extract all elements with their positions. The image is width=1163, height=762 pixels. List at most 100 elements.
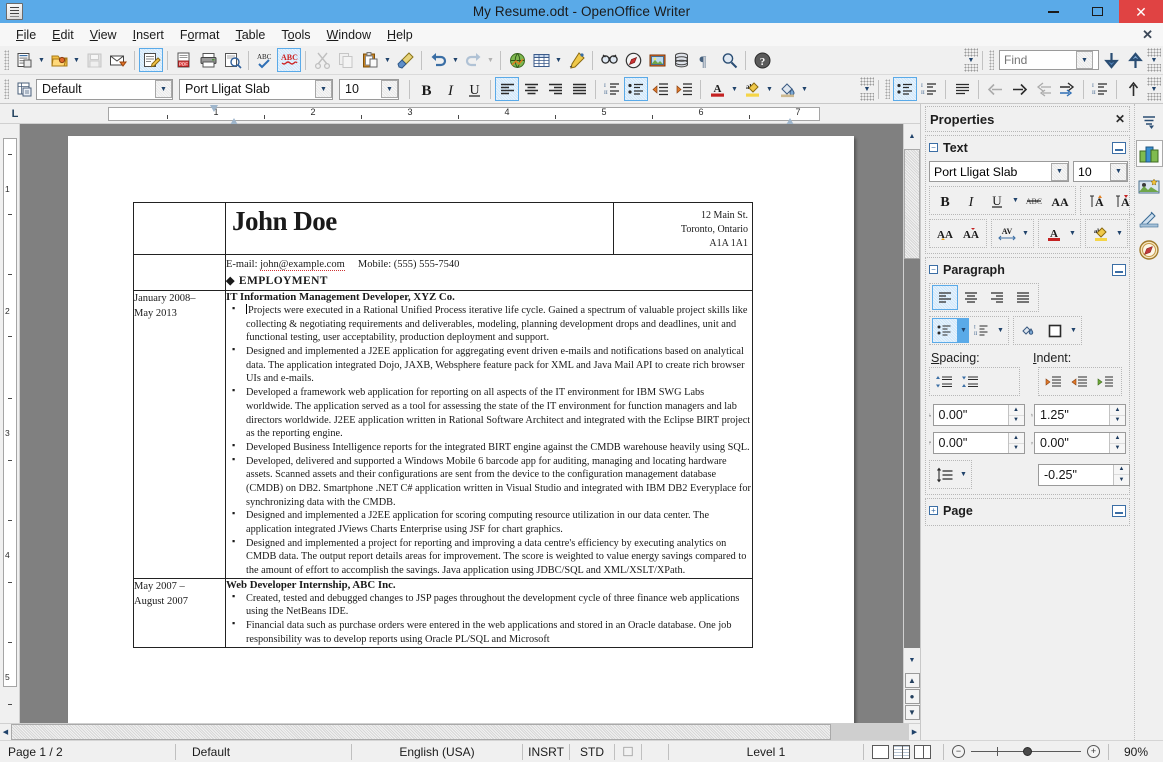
align-right-icon[interactable] [984,285,1010,310]
spin-down-icon[interactable]: ▼ [1110,443,1125,453]
promote-icon[interactable] [983,77,1007,101]
menu-window[interactable]: Window [319,26,379,44]
spin-up-icon[interactable]: ▲ [1114,464,1129,475]
clone-formatting-icon[interactable] [393,48,417,72]
numbering-icon[interactable]: I II [917,77,941,101]
search-input[interactable] [1000,51,1076,69]
close-sidebar-icon[interactable]: ✕ [1115,112,1125,126]
find-history-dropdown-icon[interactable]: ▼ [1076,51,1093,69]
page-status[interactable]: Page 1 / 2 [0,741,175,762]
gallery-tab-icon[interactable] [1136,172,1163,199]
bullet-list-icon[interactable] [932,318,958,343]
navigation-target-icon[interactable]: ● [904,689,920,704]
menu-help[interactable]: Help [379,26,421,44]
horizontal-scroll-track[interactable] [11,724,909,740]
character-spacing-icon[interactable]: AV [994,221,1020,246]
find-toolbar-overflow-icon[interactable]: ▼ [1147,48,1161,72]
shadow-icon[interactable]: AA [1047,188,1073,213]
properties-tab-icon[interactable] [1135,140,1163,167]
cut-icon[interactable] [310,48,334,72]
font-name-combo[interactable]: Port Lligat Slab ▼ [179,78,333,100]
zoom-in-icon[interactable]: + [1087,745,1100,758]
justified-icon[interactable] [567,77,591,101]
toolbar-overflow-icon[interactable]: ▼ [964,48,978,72]
close-document-icon[interactable]: ✕ [1142,27,1153,43]
align-left-icon[interactable] [495,77,519,101]
book-view-icon[interactable] [914,744,931,759]
spin-up-icon[interactable]: ▲ [1008,433,1024,444]
styles-tab-icon[interactable] [1136,204,1163,231]
bullet-list-toggle-icon[interactable] [893,77,917,101]
apply-style-icon[interactable] [12,77,36,101]
numbered-list-icon[interactable]: I II [600,77,624,101]
highlighting-icon[interactable]: ab [740,77,764,101]
font-name-dropdown-icon[interactable]: ▼ [315,80,332,98]
insert-mode-status[interactable]: INSRT [523,741,569,762]
print-preview-icon[interactable] [220,48,244,72]
menu-edit[interactable]: Edit [44,26,82,44]
more-options-icon[interactable] [1112,504,1126,517]
selection-mode-status[interactable]: STD [570,741,614,762]
vertical-scroll-thumb[interactable] [904,149,920,259]
find-next-icon[interactable] [1099,48,1123,72]
open-document-dropdown-icon[interactable]: ▼ [71,48,82,72]
after-indent-spin-buttons[interactable]: ▲ ▼ [1109,433,1125,453]
navigator-icon[interactable] [621,48,645,72]
email-value[interactable]: john@example.com [260,259,345,271]
spin-down-icon[interactable]: ▼ [1110,415,1125,425]
zoom-out-icon[interactable]: − [952,745,965,758]
print-icon[interactable] [196,48,220,72]
first-line-indent-marker[interactable] [210,104,218,112]
align-center-icon[interactable] [519,77,543,101]
paste-icon[interactable] [358,48,382,72]
before-text-indent-stepper[interactable]: 1.25" ▲ ▼ [1034,404,1126,426]
bullet-list-dropdown-icon[interactable]: ▼ [958,318,969,343]
align-center-icon[interactable] [958,285,984,310]
previous-page-icon[interactable]: ▲ [904,673,920,688]
more-options-icon[interactable] [1112,263,1126,276]
gallery-icon[interactable] [645,48,669,72]
undo-icon[interactable] [426,48,450,72]
font-color-icon[interactable]: A [705,77,729,101]
sidebar-font-size-combo[interactable]: 10 ▼ [1073,161,1128,182]
decrease-indent-icon[interactable] [648,77,672,101]
zoom-slider-knob[interactable] [1023,747,1032,756]
email-document-icon[interactable] [106,48,130,72]
numbered-list-dropdown-icon[interactable]: ▼ [995,318,1006,343]
no-list-icon[interactable] [950,77,974,101]
align-left-icon[interactable] [932,285,958,310]
find-toolbar-grip[interactable] [989,50,994,70]
formatting-marks-icon[interactable]: ¶ [693,48,717,72]
menu-format[interactable]: Format [172,26,228,44]
increase-paragraph-spacing-icon[interactable] [932,369,958,394]
horizontal-ruler[interactable]: L 1 2 3 4 5 6 7 [0,104,920,125]
redo-dropdown-icon[interactable]: ▼ [485,48,496,72]
toolbar-grip[interactable] [4,50,9,70]
paragraph-section-header[interactable]: − Paragraph [929,260,1126,279]
document-modified-icon[interactable] [615,741,641,762]
menu-file[interactable]: File [8,26,44,44]
underline-dropdown-icon[interactable]: ▼ [1010,188,1021,213]
paste-dropdown-icon[interactable]: ▼ [382,48,393,72]
menu-tools[interactable]: Tools [273,26,318,44]
horizontal-scroll-thumb[interactable] [11,724,831,740]
menu-view[interactable]: View [82,26,125,44]
find-previous-icon[interactable] [1123,48,1147,72]
undo-dropdown-icon[interactable]: ▼ [450,48,461,72]
spin-up-icon[interactable]: ▲ [1110,405,1125,416]
highlighting-icon[interactable]: ab [1088,221,1114,246]
font-size-combo[interactable]: 10 ▼ [339,78,399,100]
decrease-paragraph-spacing-icon[interactable] [958,369,984,394]
vertical-scroll-track[interactable] [904,149,920,648]
signature-icon[interactable] [642,741,668,762]
scroll-up-icon[interactable]: ▲ [907,124,918,149]
sidebar-font-name-combo[interactable]: Port Lligat Slab ▼ [929,161,1069,182]
tab-stop-selector[interactable]: L [0,104,30,124]
first-line-indent-stepper[interactable]: -0.25" ▲ ▼ [1038,463,1130,486]
first-line-spin-buttons[interactable]: ▲ ▼ [1113,464,1129,485]
font-color-dropdown-icon[interactable]: ▼ [729,77,740,101]
table-icon[interactable] [529,48,553,72]
paragraph-style-dropdown-icon[interactable]: ▼ [155,80,172,98]
italic-button[interactable]: I [438,77,462,101]
font-size-dropdown-icon[interactable]: ▼ [381,80,398,98]
